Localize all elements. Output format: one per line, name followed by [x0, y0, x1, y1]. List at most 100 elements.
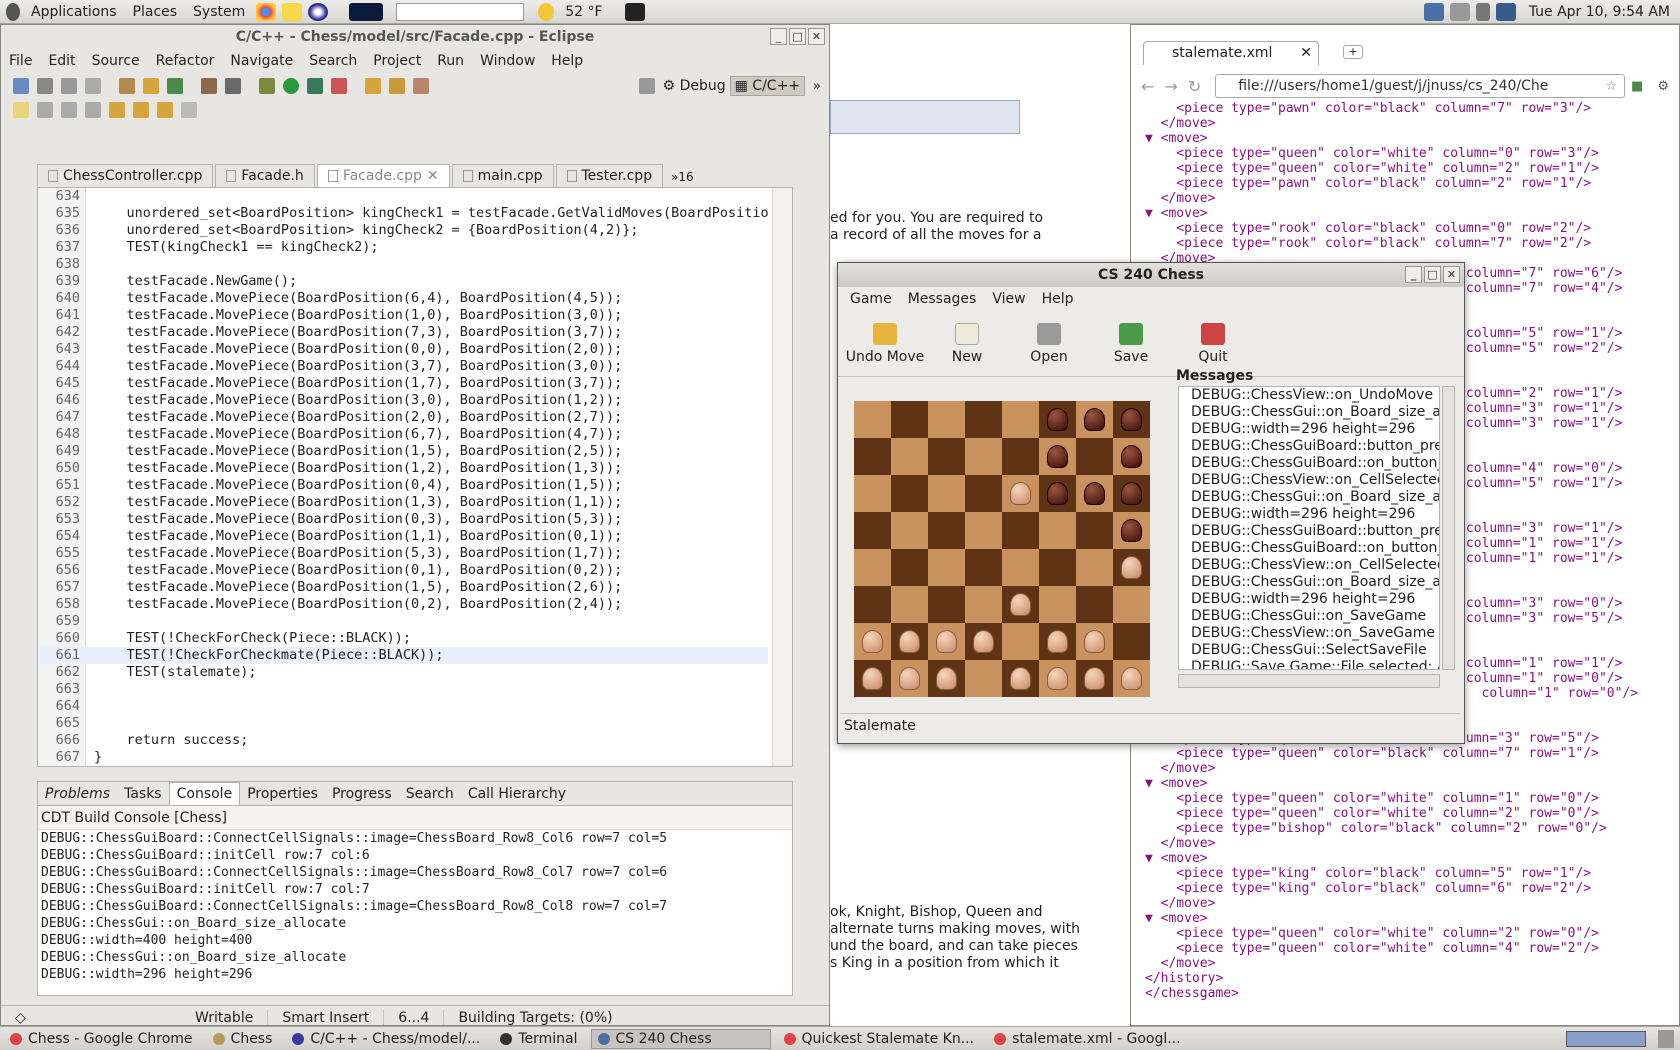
taskbar-item[interactable]: Terminal — [493, 1029, 584, 1049]
black-piece-icon[interactable] — [1084, 408, 1105, 431]
black-piece-icon[interactable] — [1121, 519, 1142, 542]
undo-move-button[interactable]: Undo Move — [844, 322, 926, 365]
white-piece-icon[interactable] — [936, 667, 957, 690]
taskbar-item[interactable]: C/C++ - Chess/model/... — [285, 1029, 487, 1049]
white-piece-icon[interactable] — [862, 667, 883, 690]
code-line[interactable]: 661 TEST(!CheckForCheckmate(Piece::BLACK… — [40, 647, 768, 664]
code-line[interactable]: 646 testFacade.MovePiece(BoardPosition(3… — [40, 392, 768, 409]
board-square[interactable] — [1113, 586, 1150, 623]
white-piece-icon[interactable] — [862, 630, 883, 653]
status-icon[interactable]: ◇ — [1, 1010, 181, 1026]
code-area[interactable]: 634 635 unordered_set<BoardPosition> king… — [40, 188, 768, 766]
code-line[interactable]: 636 unordered_set<BoardPosition> kingChe… — [40, 222, 768, 239]
menu-navigate[interactable]: Navigate — [222, 53, 301, 69]
board-square[interactable] — [965, 549, 1002, 586]
white-piece-icon[interactable] — [1047, 630, 1068, 653]
menu-view[interactable]: View — [984, 291, 1033, 307]
clock[interactable]: Tue Apr 10, 9:54 AM — [1519, 4, 1680, 20]
quit-button[interactable]: Quit — [1172, 322, 1254, 365]
forward-icon[interactable] — [181, 102, 197, 118]
board-square[interactable] — [1039, 438, 1076, 475]
menu-places[interactable]: Places — [125, 1, 186, 23]
board-square[interactable] — [1002, 660, 1039, 697]
code-line[interactable]: 664 — [40, 698, 768, 715]
chess-board[interactable] — [854, 401, 1150, 697]
code-line[interactable]: 637 TEST(kingCheck1 == kingCheck2); — [40, 239, 768, 256]
board-square[interactable] — [1002, 586, 1039, 623]
board-square[interactable] — [1002, 475, 1039, 512]
board-square[interactable] — [1039, 512, 1076, 549]
menu-help[interactable]: Help — [1034, 291, 1082, 307]
menu-game[interactable]: Game — [842, 291, 900, 307]
close-tab-icon[interactable]: ✕ — [1300, 42, 1312, 64]
board-square[interactable] — [891, 401, 928, 438]
board-square[interactable] — [928, 475, 965, 512]
board-square[interactable] — [1076, 438, 1113, 475]
search-box[interactable] — [396, 2, 525, 21]
new-project-icon[interactable] — [143, 78, 159, 94]
board-square[interactable] — [965, 623, 1002, 660]
board-square[interactable] — [965, 512, 1002, 549]
menu-applications[interactable]: Applications — [23, 1, 125, 23]
code-line[interactable]: 639 testFacade.NewGame(); — [40, 273, 768, 290]
code-line[interactable]: 667} — [40, 749, 768, 766]
message-item[interactable]: DEBUG::ChessGui::on_SaveGame — [1191, 608, 1439, 625]
board-square[interactable] — [891, 586, 928, 623]
menu-run[interactable]: Run — [429, 53, 472, 69]
tab-progress[interactable]: Progress — [325, 786, 399, 802]
tab-facade-h[interactable]: Facade.h — [215, 164, 315, 187]
address-bar[interactable]: file:///users/home1/guest/j/jnuss/cs_240… — [1215, 74, 1626, 98]
board-square[interactable] — [1039, 401, 1076, 438]
code-line[interactable]: 647 testFacade.MovePiece(BoardPosition(2… — [40, 409, 768, 426]
message-item[interactable]: DEBUG::width=296 height=296 — [1191, 506, 1439, 523]
black-piece-icon[interactable] — [1047, 408, 1068, 431]
code-line[interactable]: 657 testFacade.MovePiece(BoardPosition(1… — [40, 579, 768, 596]
board-square[interactable] — [891, 438, 928, 475]
code-line[interactable]: 662 TEST(stalemate); — [40, 664, 768, 681]
menu-file[interactable]: File — [1, 53, 40, 69]
code-editor[interactable]: 634 635 unordered_set<BoardPosition> king… — [37, 187, 793, 767]
new-class-icon[interactable] — [167, 78, 183, 94]
board-square[interactable] — [965, 586, 1002, 623]
pen-icon[interactable] — [413, 78, 429, 94]
external-tools-icon[interactable] — [307, 78, 323, 94]
code-line[interactable]: 644 testFacade.MovePiece(BoardPosition(3… — [40, 358, 768, 375]
message-item[interactable]: DEBUG::Save Game::File selected: /u — [1191, 659, 1439, 669]
tab-console[interactable]: Console — [168, 782, 241, 805]
board-square[interactable] — [891, 512, 928, 549]
close-button[interactable]: ✕ — [1443, 266, 1460, 283]
black-piece-icon[interactable] — [1047, 445, 1068, 468]
search-icon[interactable] — [331, 78, 347, 94]
board-square[interactable] — [854, 512, 891, 549]
board-square[interactable] — [1039, 586, 1076, 623]
forward-icon[interactable]: → — [1164, 77, 1177, 96]
board-square[interactable] — [1113, 512, 1150, 549]
chess-titlebar[interactable]: CS 240 Chess _ □ ✕ — [838, 263, 1464, 287]
board-square[interactable] — [1076, 660, 1113, 697]
code-line[interactable]: 665 — [40, 715, 768, 732]
board-square[interactable] — [928, 549, 965, 586]
back-icon[interactable]: ← — [1141, 77, 1154, 96]
board-square[interactable] — [1113, 401, 1150, 438]
tab-tasks[interactable]: Tasks — [117, 786, 169, 802]
back-icon[interactable] — [157, 102, 173, 118]
messages-list[interactable]: DEBUG::ChessView::on_UndoMove DEBUG::Ches… — [1178, 386, 1440, 670]
board-square[interactable] — [928, 586, 965, 623]
weather-temp[interactable]: 52 °F — [557, 4, 610, 20]
black-piece-icon[interactable] — [1121, 408, 1142, 431]
tab-call-hierarchy[interactable]: Call Hierarchy — [461, 786, 573, 802]
message-item[interactable]: DEBUG::ChessView::on_CellSelected — [1191, 557, 1439, 574]
code-line[interactable]: 648 testFacade.MovePiece(BoardPosition(6… — [40, 426, 768, 443]
console-output[interactable]: DEBUG::ChessGuiBoard::ConnectCellSignals… — [38, 830, 792, 983]
board-square[interactable] — [1113, 475, 1150, 512]
black-piece-icon[interactable] — [1047, 482, 1068, 505]
board-square[interactable] — [854, 475, 891, 512]
message-item[interactable]: DEBUG::width=296 height=296 — [1191, 421, 1439, 438]
board-square[interactable] — [1076, 401, 1113, 438]
white-piece-icon[interactable] — [1084, 667, 1105, 690]
board-square[interactable] — [854, 438, 891, 475]
white-piece-icon[interactable] — [936, 630, 957, 653]
terminal-launcher-icon[interactable] — [624, 2, 645, 21]
taskbar-item[interactable]: stalemate.xml - Googl... — [987, 1029, 1188, 1049]
network-icon[interactable] — [1423, 2, 1444, 21]
